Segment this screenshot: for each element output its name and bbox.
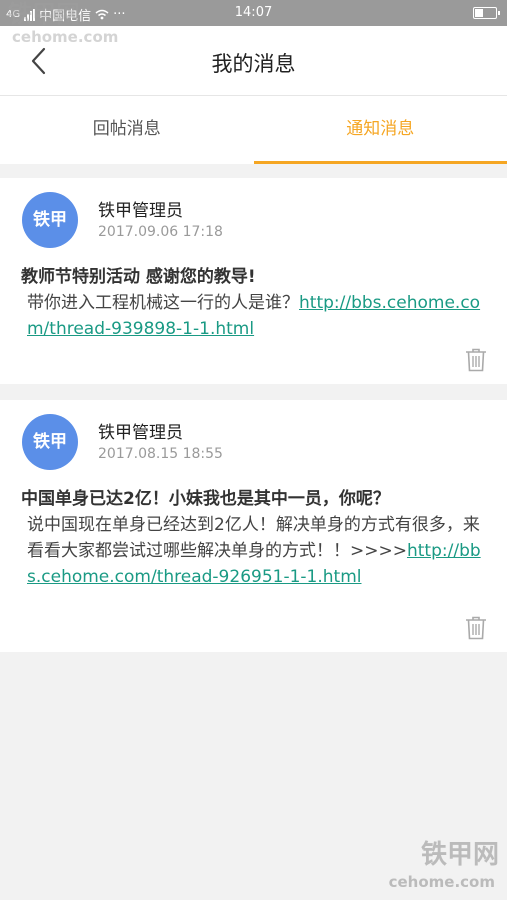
message-headline: 教师节特别活动 感谢您的教导! (21, 267, 256, 287)
message-headline: 中国单身已达2亿！小妹我也是其中一员，你呢？ (21, 489, 390, 509)
watermark-logo: 铁甲网 (420, 840, 499, 870)
tab-bar: 回帖消息 通知消息 (0, 96, 507, 164)
message-card[interactable]: 铁甲 铁甲管理员 2017.08.15 18:55 中国单身已达2亿！小妹我也是… (0, 400, 507, 652)
message-time: 2017.09.06 17:18 (98, 224, 223, 240)
tab-reply-messages[interactable]: 回帖消息 (0, 96, 254, 164)
sender-name: 铁甲管理员 (98, 201, 183, 221)
message-text-block: 说中国现在单身已经达到2亿人！解决单身的方式有很多，来看看大家都尝试过哪些解决单… (21, 512, 487, 590)
trash-icon[interactable] (465, 616, 487, 640)
message-time: 2017.08.15 18:55 (98, 446, 223, 462)
avatar: 铁甲 (22, 414, 78, 470)
sender-name: 铁甲管理员 (98, 423, 183, 443)
page-title: 我的消息 (211, 52, 296, 76)
message-text-block: 带你进入工程机械这一行的人是谁？http://bbs.cehome.com/th… (21, 290, 487, 342)
watermark-logo: 铁甲网 (8, 0, 80, 28)
watermark-domain: cehome.com (12, 28, 119, 46)
battery-icon (473, 7, 500, 19)
tab-notification-messages[interactable]: 通知消息 (253, 96, 507, 164)
message-body: 教师节特别活动 感谢您的教导! 带你进入工程机械这一行的人是谁？http://b… (21, 264, 487, 342)
message-card[interactable]: 铁甲 铁甲管理员 2017.09.06 17:18 教师节特别活动 感谢您的教导… (0, 178, 507, 384)
message-body: 中国单身已达2亿！小妹我也是其中一员，你呢？ 说中国现在单身已经达到2亿人！解决… (21, 486, 487, 590)
avatar: 铁甲 (22, 192, 78, 248)
message-text: 带你进入工程机械这一行的人是谁？ (27, 293, 299, 313)
watermark-domain: cehome.com (388, 873, 495, 891)
battery-level (475, 9, 483, 17)
trash-icon[interactable] (465, 348, 487, 372)
